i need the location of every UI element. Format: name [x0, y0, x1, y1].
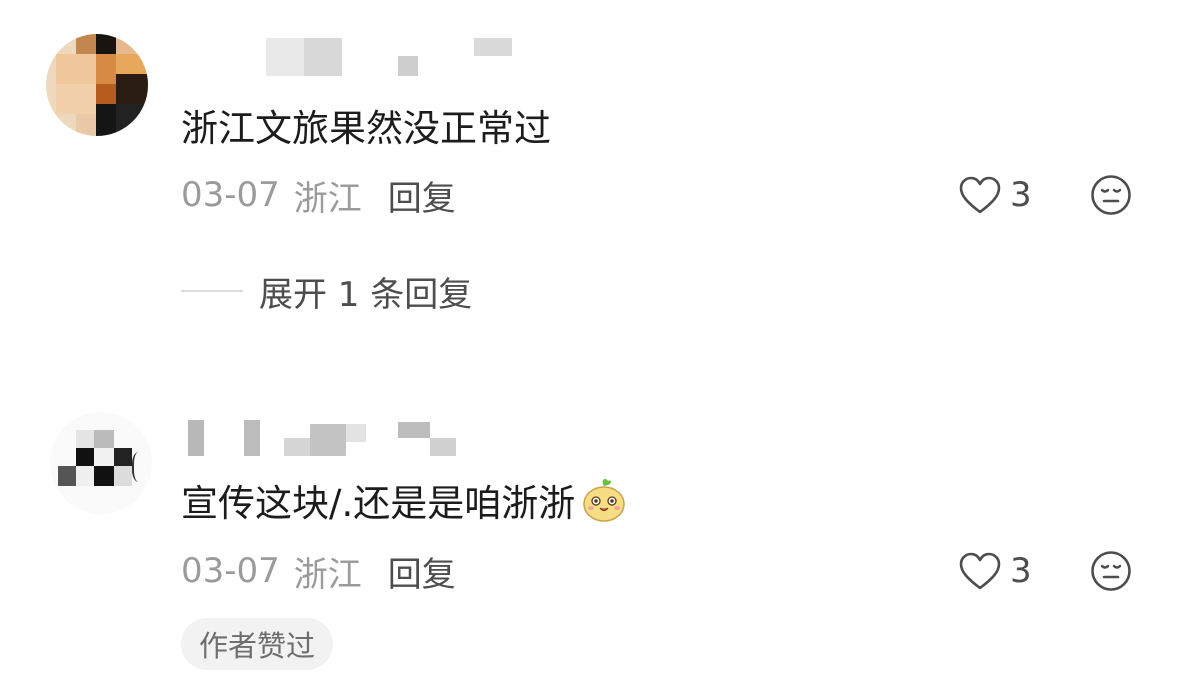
comment-meta: 03-07 浙江 回复: [181, 171, 456, 220]
username-blurred[interactable]: [188, 416, 468, 456]
expand-replies-button[interactable]: 展开 1 条回复: [181, 268, 473, 315]
author-liked-badge: 作者赞过: [181, 618, 334, 670]
like-button[interactable]: 3: [958, 172, 1032, 218]
heart-outline-icon: [959, 552, 1001, 590]
divider-line: [181, 290, 243, 292]
reply-button[interactable]: 回复: [388, 547, 456, 596]
comment-text-content: 宣传这块/.还是是咱浙浙: [181, 482, 576, 525]
comment-text: 浙江文旅果然没正常过: [181, 107, 551, 150]
comment-date: 03-07: [181, 175, 280, 215]
like-count: 3: [1010, 175, 1032, 215]
comment-date: 03-07: [181, 551, 280, 591]
username-blurred[interactable]: [266, 38, 516, 78]
comment-location: 浙江: [293, 178, 362, 219]
heart-outline-icon: [959, 176, 1001, 214]
comment-meta: 03-07 浙江 回复: [181, 547, 456, 596]
comment-item: 浙江文旅果然没正常过 03-07 浙江 回复 3 展开 1 条回复: [0, 0, 1200, 340]
avatar[interactable]: [50, 412, 152, 514]
comment-location: 浙江: [293, 554, 362, 595]
avatar[interactable]: [46, 34, 148, 136]
expand-replies-label: 展开 1 条回复: [259, 274, 473, 315]
like-count: 3: [1010, 551, 1032, 591]
comment-text: 宣传这块/.还是是咱浙浙: [181, 472, 627, 528]
avatar-mosaic: [46, 34, 148, 136]
avatar-mosaic: [50, 412, 152, 514]
neutral-face-icon[interactable]: [1090, 174, 1132, 216]
comment-item: 宣传这块/.还是是咱浙浙 03-07 浙江 回复 3 作者赞过: [0, 400, 1200, 678]
like-button[interactable]: 3: [958, 548, 1032, 594]
reply-button[interactable]: 回复: [388, 171, 456, 220]
cartoon-face-sticker: [583, 478, 625, 522]
neutral-face-icon[interactable]: [1090, 550, 1132, 592]
